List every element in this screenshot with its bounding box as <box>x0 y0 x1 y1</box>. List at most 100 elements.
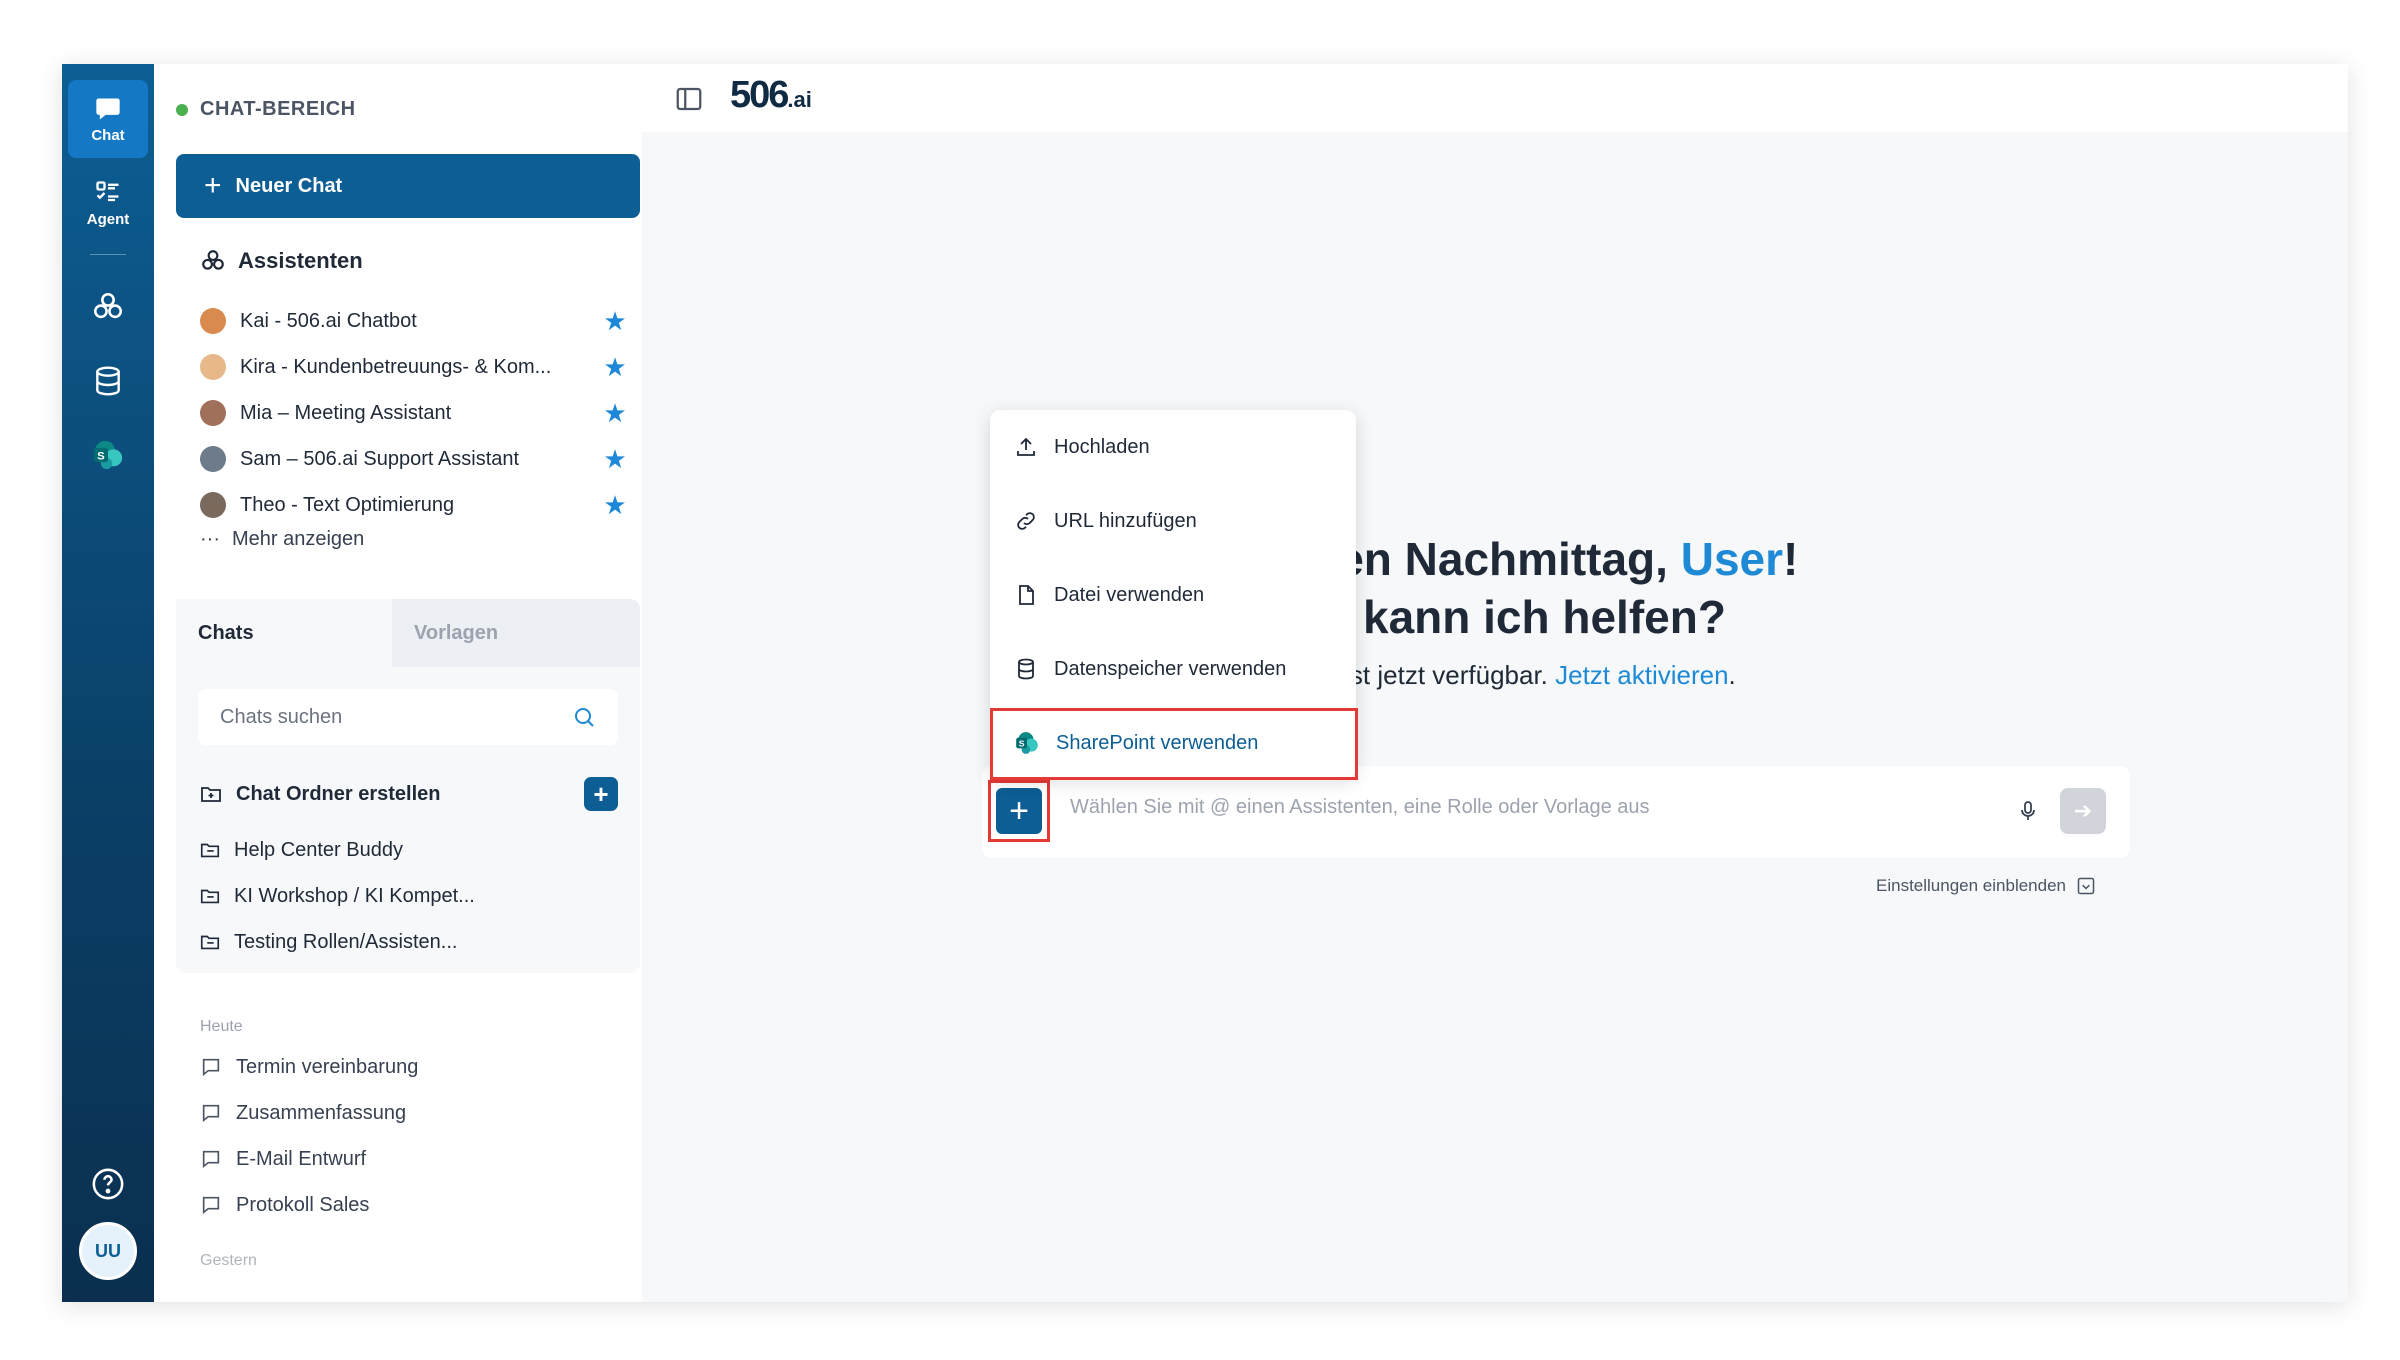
assistant-name: Mia – Meeting Assistant <box>240 401 452 424</box>
chat-history: Termin vereinbarung Zusammenfassung E-Ma… <box>200 1044 418 1228</box>
settings-label: Einstellungen einblenden <box>1876 876 2066 895</box>
history-item[interactable]: Termin vereinbarung <box>200 1044 418 1090</box>
greeting-suffix: ! <box>1783 533 1799 585</box>
assistant-name: Sam – 506.ai Support Assistant <box>240 447 520 470</box>
history-title: Termin vereinbarung <box>236 1055 419 1078</box>
app-window: Chat Agent S UU CHAT-BEREICH + Neuer Cha… <box>62 64 2348 1302</box>
history-title: E-Mail Entwurf <box>236 1147 367 1170</box>
plus-icon: + <box>204 169 222 202</box>
highlight-box-plus <box>988 780 1050 842</box>
area-title-text: CHAT-BEREICH <box>200 98 356 120</box>
star-icon[interactable]: ★ <box>600 306 630 337</box>
menu-item-use-file[interactable]: Datei verwenden <box>990 558 1356 632</box>
highlight-box-sharepoint <box>990 708 1358 780</box>
tab-templates[interactable]: Vorlagen <box>392 599 640 667</box>
show-more-link[interactable]: ··· Mehr anzeigen <box>200 528 364 551</box>
link-icon <box>1017 512 1035 530</box>
folder-icon <box>200 935 220 950</box>
assistant-avatar <box>200 400 226 426</box>
chat-outline-icon <box>202 1196 220 1215</box>
rail-agent[interactable]: Agent <box>68 164 148 242</box>
show-settings-link[interactable]: Einstellungen einblenden <box>1876 876 2096 896</box>
rail-chat[interactable]: Chat <box>68 80 148 158</box>
show-more-label: Mehr anzeigen <box>231 528 365 550</box>
assistant-list: Kai - 506.ai Chatbot ★ Kira - Kundenbetr… <box>200 298 630 528</box>
assistant-name: Kira - Kundenbetreuungs- & Kom... <box>240 355 552 378</box>
rail-help[interactable] <box>68 1156 148 1212</box>
star-icon[interactable]: ★ <box>600 398 630 429</box>
folder-item[interactable]: Testing Rollen/Assisten... <box>198 919 475 965</box>
today-label: Heute <box>200 1018 243 1035</box>
folder-icon <box>200 843 220 858</box>
ellipsis-icon: ··· <box>200 528 220 550</box>
new-chat-button[interactable]: + Neuer Chat <box>176 154 640 218</box>
assistant-avatar <box>200 446 226 472</box>
tab-bar: Chats Vorlagen <box>176 599 640 667</box>
database-icon <box>1018 658 1034 680</box>
history-item[interactable]: E-Mail Entwurf <box>200 1136 418 1182</box>
folder-name: Testing Rollen/Assisten... <box>234 930 458 953</box>
rail-sharepoint[interactable]: S <box>68 416 148 494</box>
help-icon <box>92 1168 124 1200</box>
agent-list-icon <box>96 180 119 201</box>
chat-outline-icon <box>202 1150 220 1169</box>
icon-rail: Chat Agent S UU <box>62 64 154 1302</box>
star-icon[interactable]: ★ <box>600 490 630 521</box>
rail-assistants[interactable] <box>68 268 148 346</box>
area-title: CHAT-BEREICH <box>176 98 356 121</box>
assistant-item[interactable]: Theo - Text Optimierung ★ <box>200 482 630 528</box>
file-icon <box>1019 585 1034 605</box>
star-icon[interactable]: ★ <box>600 352 630 383</box>
assistants-title: Assistenten <box>238 248 363 273</box>
search-icon <box>575 708 594 727</box>
assistant-item[interactable]: Kira - Kundenbetreuungs- & Kom... ★ <box>200 344 630 390</box>
folder-item[interactable]: KI Workshop / KI Kompet... <box>198 873 475 919</box>
tab-chats[interactable]: Chats <box>176 599 392 667</box>
assistants-cluster-icon <box>202 250 224 270</box>
menu-item-add-url[interactable]: URL hinzufügen <box>990 484 1356 558</box>
history-item[interactable]: Protokoll Sales <box>200 1182 418 1228</box>
logo: 506.ai <box>730 74 812 117</box>
assistant-avatar <box>200 492 226 518</box>
assistant-item[interactable]: Kai - 506.ai Chatbot ★ <box>200 298 630 344</box>
star-icon[interactable]: ★ <box>600 444 630 475</box>
message-input[interactable]: Wählen Sie mit @ einen Assistenten, eine… <box>1070 796 1650 819</box>
add-folder-button[interactable]: + <box>584 777 618 811</box>
main-area: 506.ai önen Nachmittag, User! Vie kann i… <box>642 64 2348 1302</box>
create-folder-label: Chat Ordner erstellen <box>236 782 441 805</box>
menu-item-use-datastore[interactable]: Datenspeicher verwenden <box>990 632 1356 706</box>
rail-datastore[interactable] <box>68 342 148 420</box>
microphone-icon[interactable] <box>2016 794 2040 828</box>
toggle-sidebar-icon[interactable] <box>674 84 704 114</box>
assistant-item[interactable]: Mia – Meeting Assistant ★ <box>200 390 630 436</box>
folder-item[interactable]: Help Center Buddy <box>198 827 475 873</box>
send-button[interactable]: ➔ <box>2060 788 2106 834</box>
avatar[interactable]: UU <box>79 1222 137 1280</box>
menu-item-upload[interactable]: Hochladen <box>990 410 1356 484</box>
settings-panel-icon <box>2077 877 2095 895</box>
arrow-right-icon: ➔ <box>2073 798 2093 823</box>
chat-outline-icon <box>202 1104 220 1123</box>
yesterday-label: Gestern <box>200 1252 257 1269</box>
folder-name: KI Workshop / KI Kompet... <box>234 884 475 907</box>
history-item[interactable]: Zusammenfassung <box>200 1090 418 1136</box>
folder-icon <box>200 889 220 904</box>
logo-suffix: .ai <box>787 87 812 112</box>
search-placeholder: Chats suchen <box>220 705 343 728</box>
attach-menu: Hochladen URL hinzufügen Datei verwenden… <box>990 410 1358 780</box>
assistant-item[interactable]: Sam – 506.ai Support Assistant ★ <box>200 436 630 482</box>
activate-link[interactable]: Jetzt aktivieren <box>1555 660 1728 690</box>
svg-text:S: S <box>97 450 105 462</box>
menu-item-label: URL hinzufügen <box>1054 509 1197 532</box>
folder-name: Help Center Buddy <box>234 838 403 861</box>
chat-search-input[interactable]: Chats suchen <box>198 689 618 745</box>
sidebar: CHAT-BEREICH + Neuer Chat Assistenten Ka… <box>154 64 642 1302</box>
greeting-line-1: önen Nachmittag, User! <box>1282 532 1798 586</box>
assistant-avatar <box>200 308 226 334</box>
history-title: Protokoll Sales <box>236 1193 370 1216</box>
assistants-header: Assistenten <box>200 248 363 274</box>
chat-outline-icon <box>202 1058 220 1077</box>
rail-divider <box>90 254 126 255</box>
assistant-name: Kai - 506.ai Chatbot <box>240 309 417 332</box>
assistants-cluster-icon <box>93 292 123 319</box>
